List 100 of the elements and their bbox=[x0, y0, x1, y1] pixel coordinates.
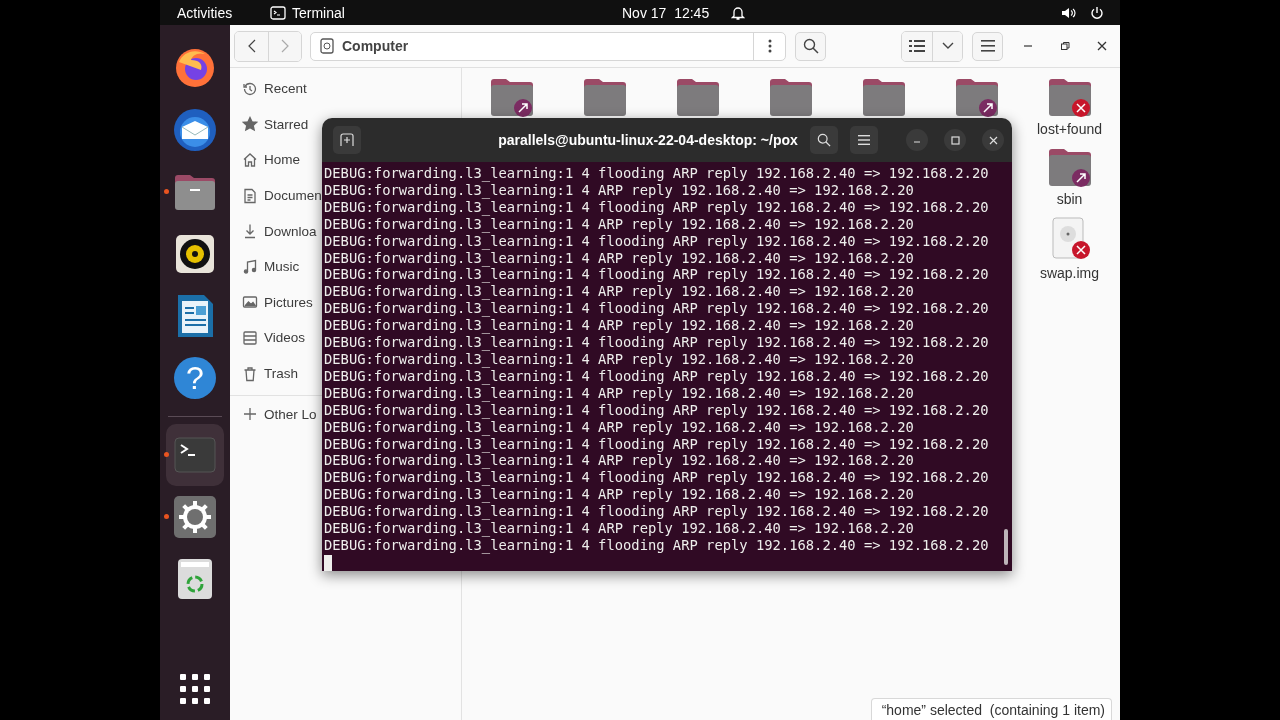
trash-icon[interactable] bbox=[177, 558, 213, 600]
path-segment[interactable]: Computer bbox=[342, 38, 753, 54]
menu-icon bbox=[858, 135, 870, 145]
drive-icon bbox=[320, 38, 334, 54]
menu-button[interactable] bbox=[972, 31, 1003, 61]
starred-icon bbox=[242, 116, 258, 133]
power-icon[interactable] bbox=[1090, 5, 1104, 20]
list-icon bbox=[909, 39, 925, 53]
list-view-button[interactable] bbox=[902, 31, 932, 61]
new-tab-icon bbox=[340, 133, 354, 147]
terminal-line: DEBUG:forwarding.l3_learning:1 4 flooding ARP reply 192.168.2.40 => 192.168.2.20 bbox=[324, 232, 990, 250]
new-tab-button[interactable] bbox=[333, 126, 361, 154]
running-dot bbox=[164, 452, 169, 457]
terminal-line: DEBUG:forwarding.l3_learning:1 4 ARP reply 192.168.2.40 => 192.168.2.20 bbox=[324, 486, 915, 504]
menu-icon bbox=[980, 40, 995, 52]
terminal-line: DEBUG:forwarding.l3_learning:1 4 flooding ARP reply 192.168.2.40 => 192.168.2.20 bbox=[324, 503, 990, 521]
help-icon[interactable]: ? bbox=[174, 357, 216, 399]
activities-button[interactable]: Activities bbox=[177, 4, 270, 21]
sidebar-item[interactable]: Trash bbox=[230, 355, 298, 392]
sidebar-item[interactable]: Home bbox=[230, 142, 300, 178]
terminal-line: DEBUG:forwarding.l3_learning:1 4 flooding ARP reply 192.168.2.40 => 192.168.2.20 bbox=[324, 165, 990, 182]
document-icon[interactable] bbox=[175, 293, 215, 339]
menu-button[interactable] bbox=[850, 126, 878, 154]
sidebar-item[interactable]: Other Lo bbox=[230, 396, 317, 432]
search-icon bbox=[802, 38, 819, 54]
terminal-line: DEBUG:forwarding.l3_learning:1 4 flooding ARP reply 192.168.2.40 => 192.168.2.20 bbox=[324, 300, 990, 318]
pictures-icon bbox=[242, 294, 258, 311]
folder-icon[interactable] bbox=[860, 76, 907, 118]
folder-icon[interactable] bbox=[953, 76, 1000, 118]
running-dot bbox=[164, 514, 169, 519]
app-menu[interactable]: Terminal bbox=[292, 4, 622, 21]
folder-icon[interactable] bbox=[1046, 146, 1093, 188]
terminal-line: DEBUG:forwarding.l3_learning:1 4 flooding ARP reply 192.168.2.40 => 192.168.2.20 bbox=[324, 198, 990, 216]
maximize-icon bbox=[950, 135, 960, 145]
close-icon bbox=[988, 135, 998, 145]
terminal-line: DEBUG:forwarding.l3_learning:1 4 ARP reply 192.168.2.40 => 192.168.2.20 bbox=[324, 350, 915, 368]
status-bar: “home” selected (containing 1 item) bbox=[870, 698, 1112, 720]
terminal-line: DEBUG:forwarding.l3_learning:1 4 ARP reply 192.168.2.40 => 192.168.2.20 bbox=[324, 249, 915, 267]
file-name: lost+found bbox=[1037, 121, 1102, 137]
folder-icon[interactable] bbox=[674, 76, 721, 118]
search-button[interactable] bbox=[795, 31, 826, 61]
terminal-line: DEBUG:forwarding.l3_learning:1 4 flooding ARP reply 192.168.2.40 => 192.168.2.20 bbox=[324, 469, 990, 487]
terminal-line: DEBUG:forwarding.l3_learning:1 4 flooding ARP reply 192.168.2.40 => 192.168.2.20 bbox=[324, 401, 990, 419]
terminal-line: DEBUG:forwarding.l3_learning:1 4 flooding ARP reply 192.168.2.40 => 192.168.2.20 bbox=[324, 435, 990, 453]
browser-icon[interactable] bbox=[173, 46, 217, 90]
other-icon bbox=[242, 406, 258, 423]
close-icon bbox=[1097, 41, 1107, 51]
trash-icon bbox=[242, 365, 258, 382]
terminal-line: DEBUG:forwarding.l3_learning:1 4 ARP reply 192.168.2.40 => 192.168.2.20 bbox=[324, 317, 915, 335]
sidebar-item[interactable]: Pictures bbox=[230, 284, 313, 321]
terminal-line: DEBUG:forwarding.l3_learning:1 4 ARP reply 192.168.2.40 => 192.168.2.20 bbox=[324, 215, 915, 233]
terminal-line: DEBUG:forwarding.l3_learning:1 4 ARP reply 192.168.2.40 => 192.168.2.20 bbox=[324, 452, 915, 470]
folder-icon[interactable] bbox=[1046, 76, 1093, 118]
text-cursor bbox=[324, 554, 332, 571]
close-button[interactable] bbox=[982, 129, 1004, 151]
sidebar-item[interactable]: Downloa bbox=[230, 213, 317, 249]
apps-grid-icon[interactable] bbox=[180, 674, 210, 704]
terminal-line: DEBUG:forwarding.l3_learning:1 4 flooding ARP reply 192.168.2.40 => 192.168.2.20 bbox=[324, 334, 990, 351]
terminal-line: DEBUG:forwarding.l3_learning:1 4 ARP reply 192.168.2.40 => 192.168.2.20 bbox=[324, 181, 915, 199]
maximize-button[interactable] bbox=[944, 129, 966, 151]
running-dot bbox=[164, 189, 169, 194]
videos-icon bbox=[242, 329, 258, 346]
caret-icon bbox=[941, 42, 954, 50]
bell-icon[interactable] bbox=[731, 4, 746, 21]
folder-icon[interactable] bbox=[173, 172, 217, 212]
mail-icon[interactable] bbox=[172, 107, 218, 153]
folder-icon[interactable] bbox=[581, 76, 628, 118]
home-icon bbox=[242, 152, 258, 168]
folder-icon[interactable] bbox=[767, 76, 814, 118]
search-icon bbox=[817, 133, 831, 147]
downloads-icon bbox=[242, 223, 258, 240]
terminal-line: DEBUG:forwarding.l3_learning:1 4 ARP reply 192.168.2.40 => 192.168.2.20 bbox=[324, 418, 915, 436]
clock[interactable]: Nov 17 12:45 bbox=[622, 4, 710, 21]
terminal-line: DEBUG:forwarding.l3_learning:1 4 flooding ARP reply 192.168.2.40 => 192.168.2.20 bbox=[324, 536, 990, 554]
sidebar-item[interactable]: Videos bbox=[230, 320, 306, 356]
speaker-icon[interactable] bbox=[173, 232, 217, 276]
sidebar-item[interactable]: Music bbox=[230, 248, 300, 285]
volume-icon[interactable] bbox=[1061, 5, 1077, 20]
recent-icon bbox=[242, 80, 258, 97]
sidebar-item[interactable]: Starred bbox=[230, 106, 309, 143]
terminal-icon[interactable] bbox=[174, 437, 216, 473]
sidebar-item[interactable]: Recent bbox=[230, 71, 307, 107]
terminal-line: DEBUG:forwarding.l3_learning:1 4 flooding ARP reply 192.168.2.40 => 192.168.2.20 bbox=[324, 367, 990, 385]
documents-icon bbox=[242, 187, 258, 204]
scrollbar-thumb[interactable] bbox=[1004, 529, 1008, 565]
path-bar[interactable]: Computer bbox=[310, 31, 786, 61]
restore-icon bbox=[1060, 41, 1070, 51]
music-icon bbox=[242, 258, 258, 275]
sidebar-item[interactable]: Documen bbox=[230, 177, 322, 214]
file-name: swap.img bbox=[1039, 265, 1100, 281]
search-button[interactable] bbox=[810, 126, 838, 154]
terminal-line: DEBUG:forwarding.l3_learning:1 4 flooding ARP reply 192.168.2.40 => 192.168.2.20 bbox=[324, 266, 990, 284]
window-title: parallels@ubuntu-linux-22-04-desktop: ~/pox bbox=[497, 132, 799, 148]
folder-icon[interactable] bbox=[488, 76, 535, 118]
gear-icon[interactable] bbox=[173, 495, 217, 539]
file-name: sbin bbox=[1056, 191, 1083, 207]
kebab-icon bbox=[767, 39, 772, 53]
terminal-icon bbox=[270, 5, 286, 20]
minimize-button[interactable] bbox=[906, 129, 928, 151]
terminal-line: DEBUG:forwarding.l3_learning:1 4 ARP reply 192.168.2.40 => 192.168.2.20 bbox=[324, 520, 915, 537]
